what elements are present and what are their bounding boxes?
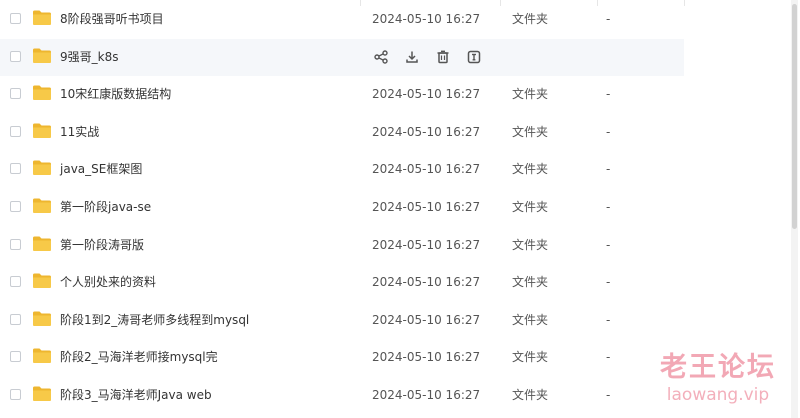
file-size: - xyxy=(606,162,611,177)
file-name[interactable]: 9强哥_k8s xyxy=(60,49,118,65)
file-name[interactable]: 8阶段强哥听书项目 xyxy=(60,11,164,27)
row-checkbox[interactable] xyxy=(10,238,21,250)
folder-icon xyxy=(32,310,52,327)
modified-date: 2024-05-10 16:27 xyxy=(372,237,481,252)
file-type: 文件夹 xyxy=(512,87,549,102)
file-row[interactable]: 阶段3_马海洋老师Java web 2024-05-10 16:27 文件夹 - xyxy=(0,377,684,414)
file-name[interactable]: 阶段1到2_涛哥老师多线程到mysql xyxy=(60,312,249,328)
file-row[interactable]: 个人别处来的资料 2024-05-10 16:27 文件夹 - xyxy=(0,264,684,301)
file-row[interactable]: java_SE框架图 2024-05-10 16:27 文件夹 - xyxy=(0,151,684,188)
folder-icon xyxy=(32,159,52,176)
modified-date: 2024-05-10 16:27 xyxy=(372,200,481,214)
row-checkbox[interactable] xyxy=(10,50,21,62)
file-size: - xyxy=(606,388,611,402)
file-size: - xyxy=(606,124,611,139)
folder-icon xyxy=(32,197,52,214)
download-button[interactable] xyxy=(403,48,421,66)
file-type: 文件夹 xyxy=(512,12,549,26)
row-checkbox[interactable] xyxy=(10,88,21,100)
file-size: - xyxy=(606,200,611,214)
row-checkbox[interactable] xyxy=(10,351,21,363)
folder-icon xyxy=(32,47,52,64)
file-row[interactable]: 11实战 2024-05-10 16:27 文件夹 - xyxy=(0,114,684,151)
file-type: 文件夹 xyxy=(512,350,549,365)
file-row[interactable]: 8阶段强哥听书项目 2024-05-10 16:27 文件夹 - xyxy=(0,1,684,38)
file-name[interactable]: 阶段2_马海洋老师接mysql完 xyxy=(60,349,218,365)
file-row[interactable]: 10宋红康版数据结构 2024-05-10 16:27 文件夹 - xyxy=(0,76,684,113)
file-type: 文件夹 xyxy=(512,124,549,139)
file-type: 文件夹 xyxy=(512,388,549,402)
vertical-scrollbar[interactable] xyxy=(791,0,798,418)
file-row[interactable]: 阶段1到2_涛哥老师多线程到mysql 2024-05-10 16:27 文件夹 - xyxy=(0,302,684,339)
file-row[interactable]: 9强哥_k8s xyxy=(0,38,684,76)
file-size: - xyxy=(606,87,611,102)
file-type: 文件夹 xyxy=(512,312,549,327)
file-name[interactable]: 10宋红康版数据结构 xyxy=(60,86,171,102)
file-name[interactable]: 阶段3_马海洋老师Java web xyxy=(60,387,212,403)
row-checkbox[interactable] xyxy=(10,163,21,175)
row-actions xyxy=(372,48,483,66)
modified-date: 2024-05-10 16:27 xyxy=(372,350,481,365)
file-list: 8阶段强哥听书项目 2024-05-10 16:27 文件夹 - 9强哥_k8s 10宋红… xyxy=(0,0,800,418)
file-row[interactable]: 第一阶段java-se 2024-05-10 16:27 文件夹 - xyxy=(0,189,684,226)
row-checkbox[interactable] xyxy=(10,276,21,288)
modified-date: 2024-05-10 16:27 xyxy=(372,124,481,139)
file-type: 文件夹 xyxy=(512,162,549,177)
share-icon xyxy=(374,49,388,64)
delete-button[interactable] xyxy=(434,48,452,66)
modified-date: 2024-05-10 16:27 xyxy=(372,275,481,290)
file-row[interactable]: 阶段2_马海洋老师接mysql完 2024-05-10 16:27 文件夹 - xyxy=(0,339,684,376)
modified-date: 2024-05-10 16:27 xyxy=(372,12,481,26)
file-name[interactable]: java_SE框架图 xyxy=(60,161,142,177)
file-name[interactable]: 第一阶段涛哥版 xyxy=(60,237,144,253)
row-checkbox[interactable] xyxy=(10,389,21,400)
file-type: 文件夹 xyxy=(512,200,549,214)
file-name[interactable]: 个人别处来的资料 xyxy=(60,274,156,290)
scrollbar-thumb[interactable] xyxy=(792,4,797,229)
file-size: - xyxy=(606,312,611,327)
folder-icon xyxy=(32,9,52,26)
file-size: - xyxy=(606,237,611,252)
modified-date: 2024-05-10 16:27 xyxy=(372,312,481,327)
rename-button[interactable] xyxy=(465,48,483,66)
row-checkbox[interactable] xyxy=(10,313,21,325)
file-size: - xyxy=(606,350,611,365)
folder-icon xyxy=(32,122,52,139)
share-button[interactable] xyxy=(372,48,390,66)
folder-icon xyxy=(32,235,52,252)
folder-icon xyxy=(32,385,52,402)
file-row[interactable]: 第一阶段涛哥版 2024-05-10 16:27 文件夹 - xyxy=(0,227,684,264)
folder-icon xyxy=(32,347,52,364)
row-checkbox[interactable] xyxy=(10,201,21,212)
modified-date: 2024-05-10 16:27 xyxy=(372,388,481,402)
file-size: - xyxy=(606,275,611,290)
modified-date: 2024-05-10 16:27 xyxy=(372,87,481,102)
row-checkbox[interactable] xyxy=(10,13,21,24)
file-name[interactable]: 11实战 xyxy=(60,124,99,140)
row-checkbox[interactable] xyxy=(10,125,21,137)
file-type: 文件夹 xyxy=(512,275,549,290)
folder-icon xyxy=(32,272,52,289)
file-name[interactable]: 第一阶段java-se xyxy=(60,199,151,215)
file-size: - xyxy=(606,12,611,26)
download-icon xyxy=(405,50,419,64)
modified-date: 2024-05-10 16:27 xyxy=(372,162,481,177)
folder-icon xyxy=(32,84,52,101)
rename-icon xyxy=(467,50,481,64)
file-type: 文件夹 xyxy=(512,237,549,252)
delete-icon xyxy=(436,50,450,64)
